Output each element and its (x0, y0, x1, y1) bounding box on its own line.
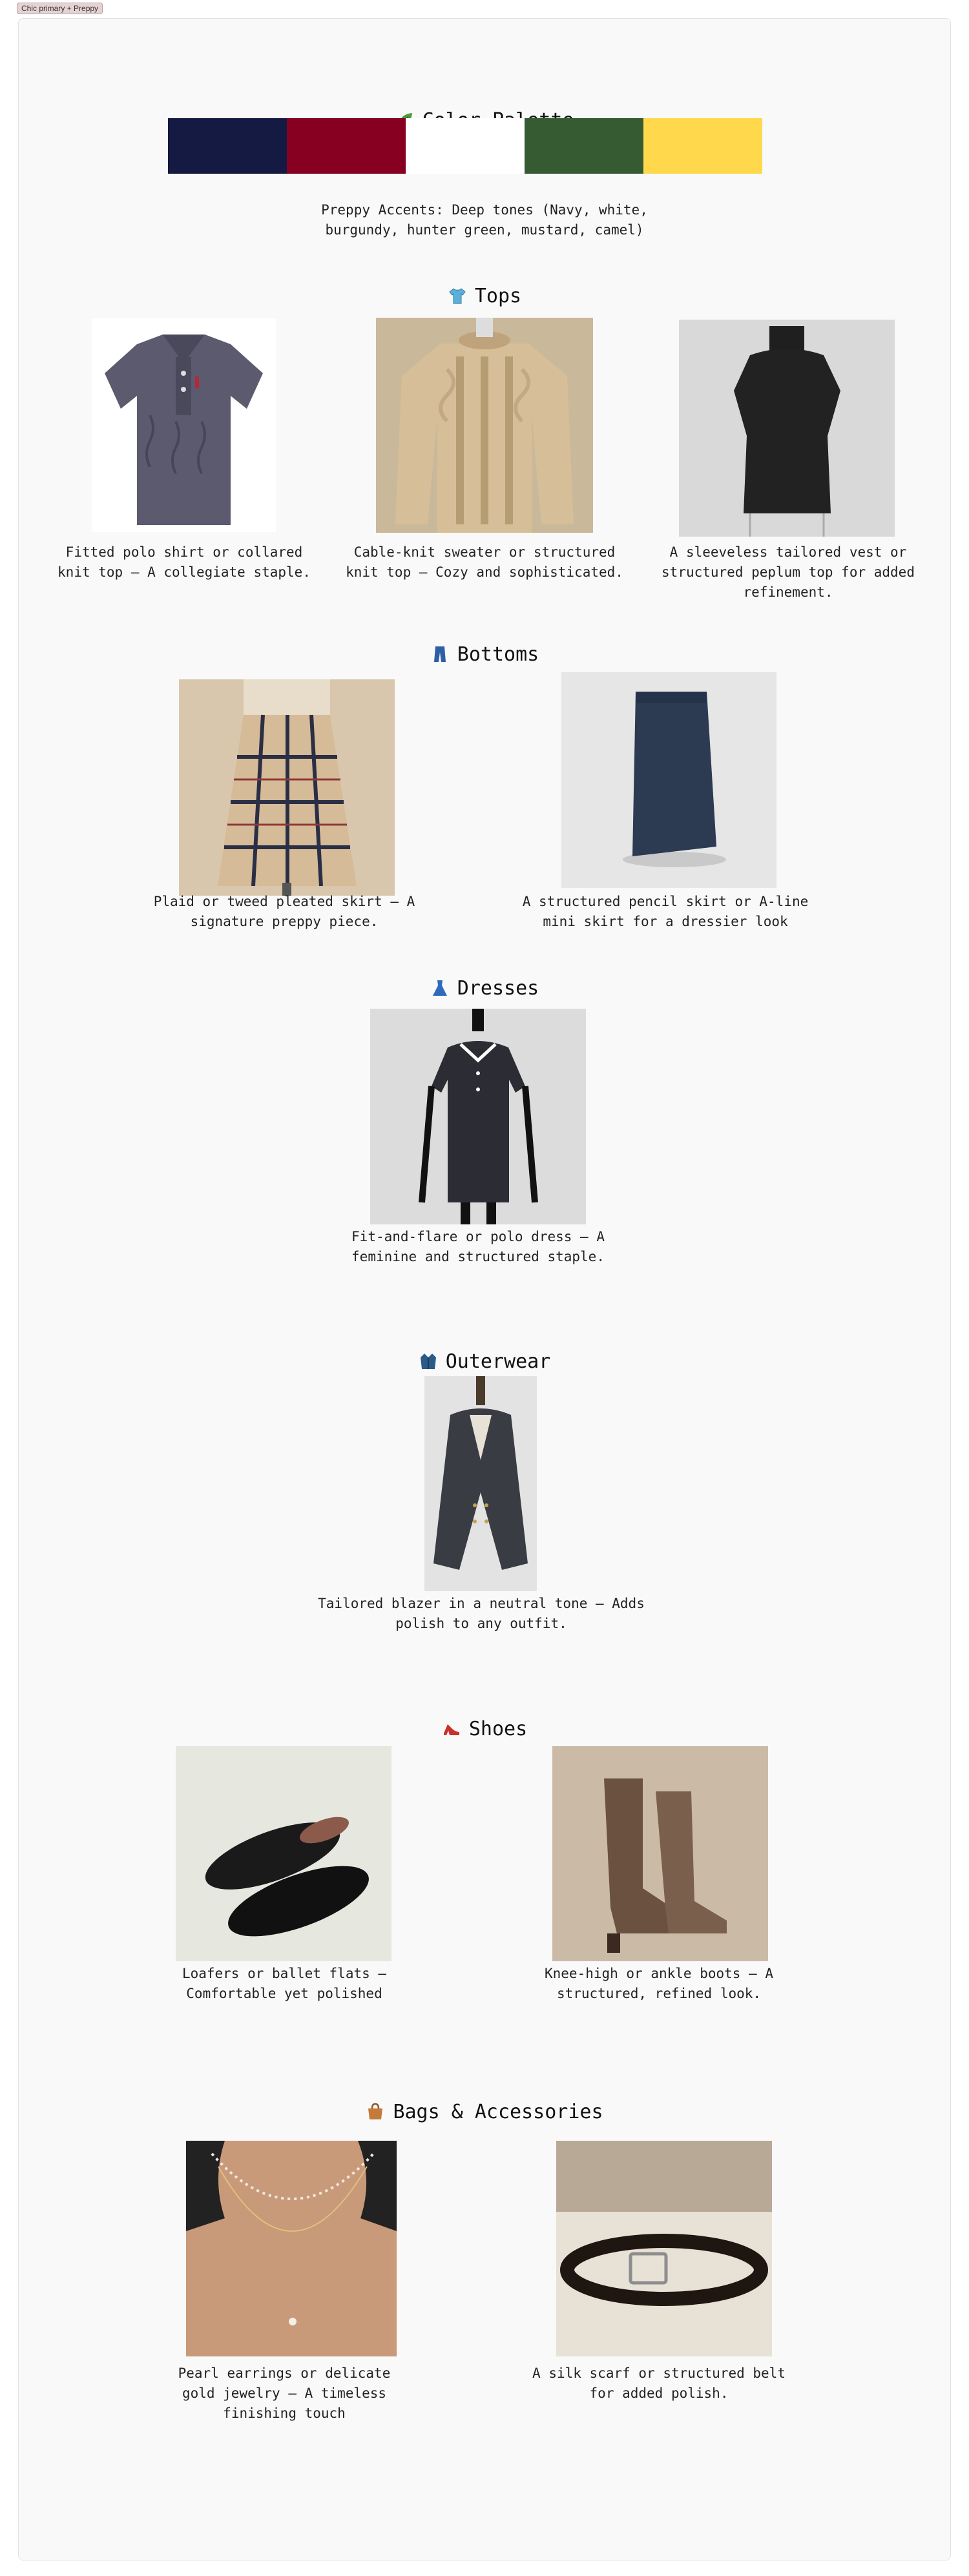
polo-dress-image (370, 1009, 586, 1224)
pencil-skirt-image (561, 672, 776, 888)
plaid-skirt-image (179, 679, 395, 896)
handbag-icon (366, 2102, 385, 2121)
section-title: Dresses (457, 976, 539, 1000)
outerwear-caption-1: Tailored blazer in a neutral tone – Adds… (318, 1596, 645, 1631)
shoes-caption-2: Knee-high or ankle boots – A structured,… (544, 1966, 773, 2001)
leather-belt-image (556, 2141, 772, 2356)
polo-shirt-image (92, 318, 276, 532)
section-heading-bottoms: Bottoms (0, 641, 969, 667)
tshirt-icon (448, 286, 467, 305)
tops-caption-3: A sleeveless tailored vest or structured… (662, 544, 915, 600)
coat-icon (419, 1352, 438, 1371)
dresses-caption-1: Fit-and-flare or polo dress – A feminine… (351, 1229, 605, 1264)
section-title: Bottoms (457, 643, 539, 666)
cable-knit-sweater-image (376, 318, 593, 533)
section-title: Outerwear (445, 1350, 551, 1373)
swatch-navy (168, 118, 287, 174)
palette-caption: Preppy Accents: Deep tones (Navy, white,… (321, 202, 648, 238)
bags-caption-2: A silk scarf or structured belt for adde… (532, 2365, 786, 2401)
pearl-necklace-image (186, 2141, 397, 2356)
section-title: Tops (474, 284, 522, 307)
section-heading-outerwear: Outerwear (0, 1348, 969, 1374)
dress-icon (430, 978, 450, 998)
swatch-white (406, 118, 525, 174)
sleeveless-top-image (679, 320, 895, 537)
tops-caption-1: Fitted polo shirt or collared knit top –… (57, 544, 311, 580)
bags-caption-1: Pearl earrings or delicate gold jewelry … (178, 2365, 391, 2421)
swatch-mustard (643, 118, 762, 174)
high-heel-icon (442, 1719, 461, 1738)
shoes-caption-1: Loafers or ballet flats – Comfortable ye… (182, 1966, 387, 2001)
color-swatches (168, 118, 762, 174)
swatch-burgundy (287, 118, 406, 174)
bottoms-caption-1: Plaid or tweed pleated skirt – A signatu… (153, 894, 415, 929)
section-heading-shoes: Shoes (0, 1716, 969, 1742)
jeans-icon (430, 644, 450, 664)
bottoms-caption-2: A structured pencil skirt or A-line mini… (522, 894, 809, 929)
boots-image (552, 1746, 768, 1961)
section-heading-tops: Tops (0, 283, 969, 309)
tops-caption-2: Cable-knit sweater or structured knit to… (346, 544, 623, 580)
loafers-image (176, 1746, 391, 1961)
section-heading-dresses: Dresses (0, 975, 969, 1001)
swatch-hunter-green (525, 118, 643, 174)
section-heading-bags: Bags & Accessories (0, 2099, 969, 2125)
tab-label[interactable]: Chic primary + Preppy (17, 3, 103, 14)
section-title: Bags & Accessories (393, 2100, 603, 2123)
blazer-image (424, 1376, 537, 1591)
section-title: Shoes (468, 1717, 528, 1740)
